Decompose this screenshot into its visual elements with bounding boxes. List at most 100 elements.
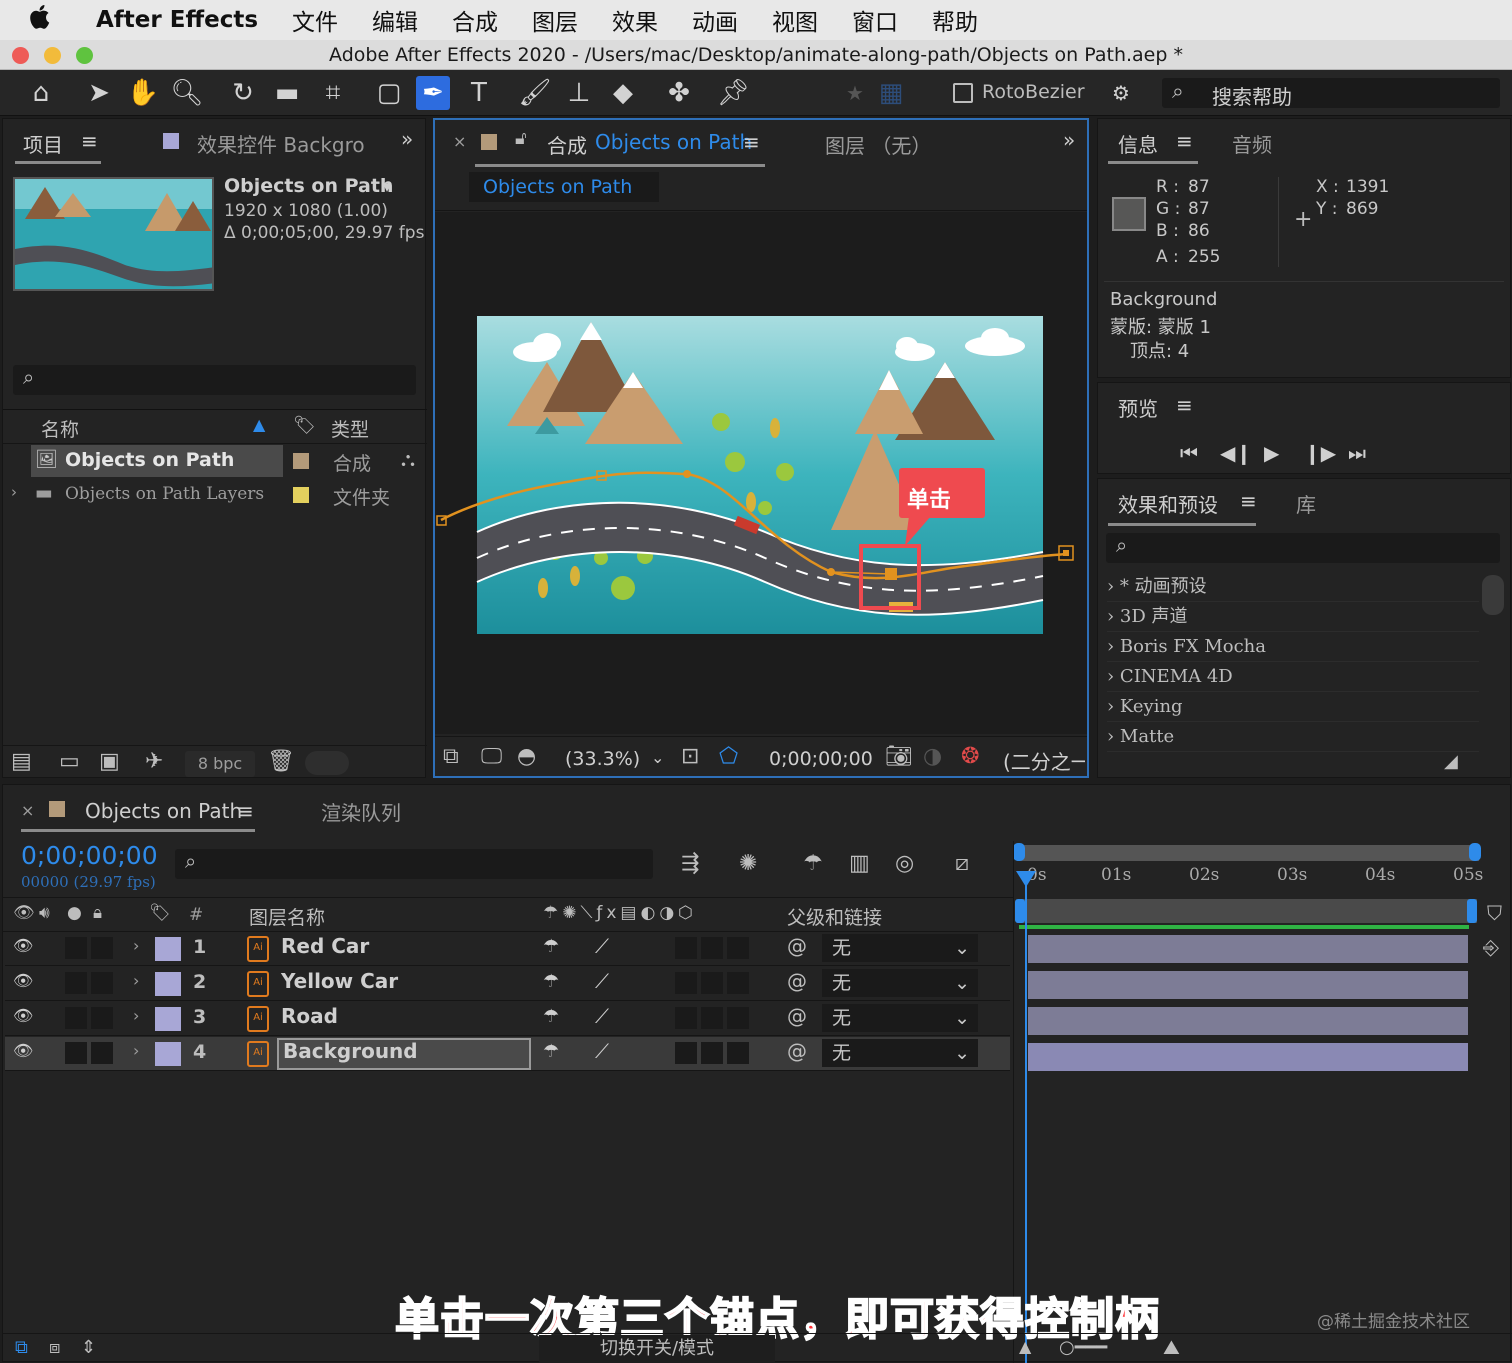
effects-item[interactable]: › Matte — [1107, 722, 1479, 752]
solo-icon[interactable]: ● — [67, 903, 82, 923]
panel-menu-icon[interactable]: ≡ — [1176, 393, 1193, 417]
eye-icon[interactable]: 👁︎ — [13, 936, 33, 955]
rectangle-tool-icon[interactable]: ▢ — [372, 76, 406, 110]
more-tabs-icon[interactable]: » — [1063, 128, 1075, 152]
motion-blur-icon[interactable]: ◎ — [895, 851, 914, 876]
monitor-icon[interactable]: 🖵︎ — [481, 744, 502, 769]
menu-effect[interactable]: 效果 — [612, 3, 658, 37]
layer-name[interactable]: Yellow Car — [281, 969, 398, 993]
safe-margins-icon[interactable]: ⊡ — [681, 744, 699, 769]
parent-select[interactable]: 无 ⌄ — [822, 934, 978, 962]
quality-switch-icon[interactable]: ⟋ — [595, 969, 609, 993]
channels-icon[interactable]: ❂ — [961, 744, 979, 769]
work-area-start-handle[interactable] — [1013, 843, 1025, 861]
comp-button-icon[interactable]: ⎆ — [1483, 935, 1499, 959]
flowchart-icon[interactable]: ⛬ — [401, 447, 415, 471]
panel-menu-icon[interactable]: ≡ — [1176, 129, 1193, 153]
render-icon[interactable]: ✈ — [145, 749, 163, 774]
navigator-end-handle[interactable] — [1467, 899, 1477, 923]
next-frame-icon[interactable]: ❙▶ — [1304, 441, 1336, 465]
layer-bar-background[interactable] — [1028, 1043, 1468, 1071]
trash-icon[interactable]: 🗑︎ — [267, 749, 295, 774]
shy-layers-icon[interactable]: ☂ — [803, 851, 823, 876]
audio-toggle-icon[interactable]: 🔊︎ — [39, 903, 50, 923]
home-icon[interactable]: ⌂ — [24, 76, 58, 110]
roto-brush-tool-icon[interactable]: ✤ — [662, 76, 696, 110]
menu-composition[interactable]: 合成 — [452, 3, 498, 37]
pickwhip-icon[interactable]: @ — [787, 934, 807, 958]
pen-tool-icon[interactable]: ✒ — [416, 76, 450, 110]
tab-info[interactable]: 信息 — [1118, 129, 1158, 158]
layer-bar-red-car[interactable] — [1028, 935, 1468, 963]
parent-select[interactable]: 无 ⌄ — [822, 1004, 978, 1032]
tab-render-queue[interactable]: 渲染队列 — [321, 797, 401, 826]
text-tool-icon[interactable]: T — [462, 76, 496, 110]
project-item-folder[interactable]: › ▬ Objects on Path Layers 文件夹 — [7, 479, 427, 511]
shy-switch-icon[interactable]: ☂ — [543, 971, 559, 992]
video-toggle-icon[interactable]: 👁︎ — [13, 903, 35, 923]
zoom-slider[interactable]: ○━━━ — [1059, 1337, 1107, 1358]
selection-tool-icon[interactable]: ➤ — [82, 76, 116, 110]
chevron-down-icon[interactable]: ⌄ — [651, 748, 664, 767]
work-area-bar[interactable] — [1017, 845, 1479, 861]
effects-item[interactable]: › CINEMA 4D — [1107, 662, 1479, 692]
panel-menu-icon[interactable]: ≡ — [237, 799, 254, 823]
bpc-button[interactable]: 8 bpc — [185, 751, 255, 777]
previous-frame-icon[interactable]: ◀❙ — [1220, 441, 1252, 465]
rotate-tool-icon[interactable]: ↻ — [226, 76, 260, 110]
effects-search-input[interactable]: ⌕ — [1106, 533, 1500, 563]
zoom-level[interactable]: (33.3%) — [565, 748, 640, 770]
tab-effect-controls[interactable]: 效果控件 Backgro — [197, 129, 365, 158]
parent-link-header[interactable]: 父级和链接 — [787, 903, 882, 930]
comp-viewer[interactable]: 单击 — [435, 212, 1087, 734]
playhead-handle[interactable] — [1016, 871, 1036, 887]
clone-stamp-tool-icon[interactable]: ⊥ — [562, 76, 596, 110]
col-name-header[interactable]: 名称 — [41, 415, 79, 442]
rotobezier-checkbox[interactable] — [953, 83, 973, 103]
time-navigator[interactable] — [1019, 899, 1477, 923]
eye-icon[interactable]: 👁︎ — [13, 1041, 33, 1060]
parent-select[interactable]: 无 ⌄ — [822, 969, 978, 997]
layer-bar-road[interactable] — [1028, 1007, 1468, 1035]
chevron-right-icon[interactable]: › — [11, 483, 17, 501]
workspace-icon[interactable]: ⚙ — [1104, 76, 1138, 110]
tab-timeline-comp[interactable]: Objects on Path — [85, 799, 242, 823]
timeline-timecode[interactable]: 0;00;00;00 — [21, 841, 158, 870]
project-item-comp[interactable]: 🖼︎ Objects on Path 合成 ⛬ — [7, 445, 427, 477]
search-help-input[interactable]: ⌕ 搜索帮助 — [1162, 78, 1500, 109]
layer-name-header[interactable]: 图层名称 — [249, 903, 325, 930]
current-time[interactable]: 0;00;00;00 — [769, 748, 873, 770]
menu-animation[interactable]: 动画 — [692, 3, 738, 37]
quality-switch-icon[interactable]: ⟋ — [595, 1004, 609, 1028]
resolution-select[interactable]: (二分之一 — [1003, 746, 1085, 775]
comp-breadcrumb[interactable]: Objects on Path — [469, 172, 659, 202]
interpret-footage-icon[interactable]: ▤ — [11, 749, 32, 774]
label-swatch[interactable] — [155, 1007, 181, 1031]
layer-row[interactable]: 👁︎ › 1 Ai Red Car ☂ ⟋ @ 无 ⌄ — [5, 932, 1010, 966]
tab-audio[interactable]: 音频 — [1232, 129, 1272, 158]
snapshot-icon[interactable]: 📷︎ — [885, 744, 913, 769]
tab-effects-presets[interactable]: 效果和预设 — [1118, 489, 1218, 518]
eraser-tool-icon[interactable]: ◆ — [606, 76, 640, 110]
navigator-start-handle[interactable] — [1015, 899, 1025, 923]
project-search-input[interactable]: ⌕ — [13, 365, 416, 395]
graph-editor-icon[interactable]: ⧄ — [955, 851, 969, 876]
zoom-in-icon[interactable]: ⛰ — [1163, 1335, 1180, 1359]
new-preset-icon[interactable]: ◢ — [1444, 751, 1458, 772]
layer-row-selected[interactable]: 👁︎ › 4 Ai Background ☂ ⟋ @ 无 ⌄ — [5, 1037, 1010, 1071]
show-snapshot-icon[interactable]: ◑ — [923, 744, 942, 769]
comp-dropdown-icon[interactable]: ▾ — [383, 177, 391, 196]
label-swatch[interactable] — [155, 1042, 181, 1066]
tab-composition-label[interactable]: 合成 — [547, 130, 587, 159]
pickwhip-icon[interactable]: @ — [787, 1004, 807, 1028]
chevron-right-icon[interactable]: › — [133, 971, 139, 990]
effects-item[interactable]: › * 动画预设 — [1107, 572, 1479, 602]
new-composition-icon[interactable]: ▣ — [99, 749, 120, 774]
always-preview-icon[interactable]: ⧉ — [443, 744, 459, 769]
in-out-icon[interactable]: ⇕ — [81, 1337, 96, 1358]
effects-item[interactable]: › 3D 声道 — [1107, 602, 1479, 632]
shy-switch-icon[interactable]: ☂ — [543, 1006, 559, 1027]
last-frame-icon[interactable]: ⏭ — [1348, 441, 1366, 465]
zoom-tool-icon[interactable]: 🔍︎ — [170, 76, 204, 110]
menu-edit[interactable]: 编辑 — [372, 3, 418, 37]
